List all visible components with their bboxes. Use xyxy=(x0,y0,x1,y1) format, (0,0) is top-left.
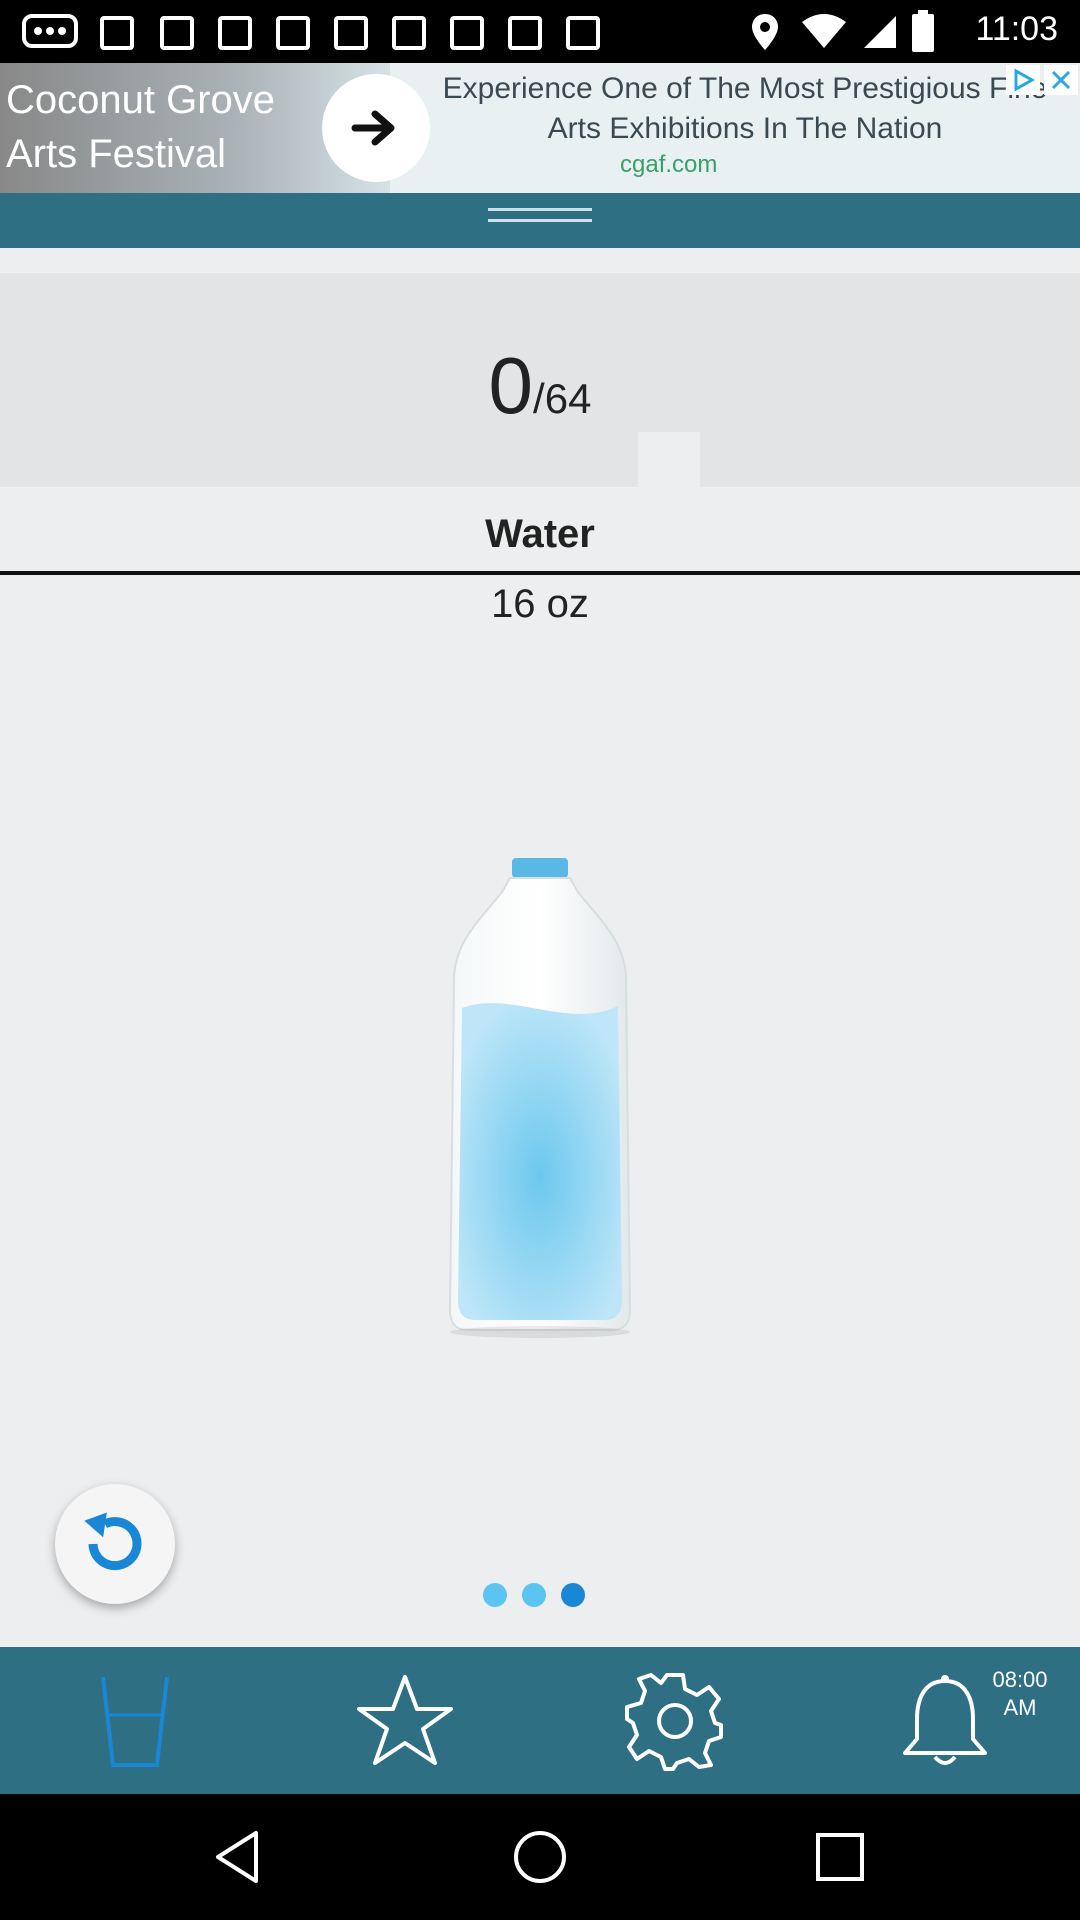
system-navigation-bar xyxy=(0,1794,1080,1920)
ad-url[interactable]: cgaf.com xyxy=(620,151,717,179)
notification-icon xyxy=(100,16,134,50)
home-icon xyxy=(514,1831,566,1883)
notification-icon xyxy=(508,16,542,50)
ad-headline: Experience One of The Most Prestigious F… xyxy=(442,72,1048,145)
panel-tab xyxy=(638,432,700,490)
glass-icon xyxy=(101,1676,169,1767)
refresh-icon xyxy=(84,1512,142,1571)
pager-dot[interactable] xyxy=(483,1583,507,1607)
drawer-handle-line xyxy=(488,208,592,211)
notification-icon xyxy=(334,16,368,50)
pager-dot-active[interactable] xyxy=(561,1583,585,1607)
goal-value: /64 xyxy=(533,375,592,422)
status-time: 11:03 xyxy=(975,10,1058,48)
ad-title: Coconut Grove Arts Festival xyxy=(6,78,276,176)
drink-name: Water xyxy=(485,512,595,556)
divider xyxy=(0,571,1080,575)
ad-close-icon[interactable] xyxy=(1044,65,1078,95)
drawer-handle-line xyxy=(488,219,592,222)
nav-settings[interactable] xyxy=(540,1647,810,1794)
ad-arrow-button[interactable] xyxy=(322,74,430,182)
notification-icon xyxy=(566,16,600,50)
recents-button[interactable] xyxy=(660,1794,1020,1920)
drink-size: 16 oz xyxy=(491,582,589,626)
arrow-right-icon xyxy=(351,110,395,146)
gear-icon xyxy=(625,1672,723,1771)
recents-icon xyxy=(816,1833,864,1881)
pager-dot[interactable] xyxy=(522,1583,546,1607)
alarm-time-period: AM xyxy=(1003,1695,1037,1720)
notification-icon xyxy=(450,16,484,50)
notification-icon xyxy=(392,16,426,50)
bottom-navigation xyxy=(0,1647,1080,1794)
more-icon xyxy=(22,14,78,48)
back-icon xyxy=(216,1831,258,1883)
notification-icon xyxy=(218,16,252,50)
water-bottle-button[interactable] xyxy=(400,830,680,1390)
notification-icon xyxy=(160,16,194,50)
status-bar: 11:03 xyxy=(0,0,1080,63)
intake-counter: 0/64 xyxy=(0,340,1080,432)
nav-drinks[interactable] xyxy=(0,1647,270,1794)
alarm-time-hour: 08:00 xyxy=(992,1667,1048,1692)
location-icon xyxy=(752,14,778,50)
adchoices-icon[interactable] xyxy=(1006,65,1040,95)
consumed-value: 0 xyxy=(488,341,534,430)
battery-icon xyxy=(912,10,934,52)
reset-button[interactable] xyxy=(55,1484,175,1604)
star-icon xyxy=(357,1674,453,1765)
nav-favorites[interactable] xyxy=(270,1647,540,1794)
wifi-icon xyxy=(802,14,846,48)
signal-icon xyxy=(864,16,896,48)
drawer-handle-bar[interactable] xyxy=(0,193,1080,248)
ad-banner[interactable]: Coconut Grove Arts Festival Experience O… xyxy=(0,63,1080,193)
notification-icon xyxy=(276,16,310,50)
alarm-time: 08:00 AM xyxy=(970,1666,1070,1722)
